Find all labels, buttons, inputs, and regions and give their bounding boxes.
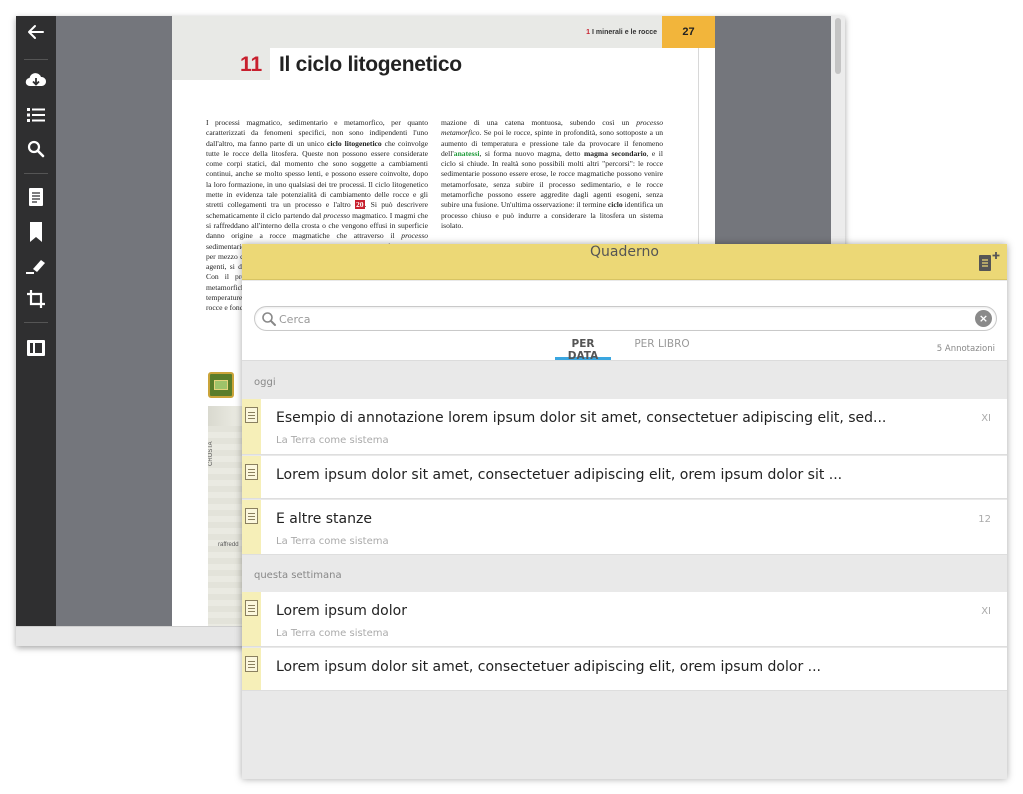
note-title: Lorem ipsum dolor sit amet, consectetuer…: [276, 467, 843, 483]
note-item[interactable]: Lorem ipsum dolor sit amet, consectetuer…: [242, 648, 1007, 691]
figure-label-raffreddamento: raffredd: [218, 542, 239, 548]
multimedia-resource-icon[interactable]: [208, 372, 234, 398]
note-title: Esempio di annotazione lorem ipsum dolor…: [276, 410, 887, 426]
running-head-title: I minerali e le rocce: [592, 29, 657, 36]
glossary-term: anatessi: [453, 148, 480, 158]
note-chapter: 12: [978, 514, 991, 525]
annotation-count: 5 Annotazioni: [936, 344, 995, 354]
text-run: processo: [401, 231, 428, 241]
search-icon[interactable]: [22, 135, 50, 163]
search-input[interactable]: [279, 310, 969, 328]
text-run: ciclo litogenetico: [326, 138, 382, 148]
text-run: ciclo: [607, 200, 623, 210]
figure-reference: 20: [354, 200, 365, 210]
note-book: La Terra come sistema: [276, 628, 389, 639]
text-column-right: mazione di una catena montuosa, subendo …: [441, 118, 663, 231]
note-title: Lorem ipsum dolor sit amet, consectetuer…: [276, 659, 821, 675]
quaderno-toolbar: × PER DATA PER LIBRO 5 Annotazioni: [242, 281, 1007, 362]
text-run: magma secondario: [583, 148, 647, 158]
note-icon: [245, 600, 258, 616]
page-layout-icon[interactable]: [22, 334, 50, 362]
cloud-download-icon[interactable]: [22, 66, 50, 94]
crop-icon[interactable]: [22, 285, 50, 313]
note-item[interactable]: E altre stanze La Terra come sistema 12: [242, 500, 1007, 555]
note-icon: [245, 464, 258, 480]
group-label: questa settimana: [254, 570, 342, 581]
tab-per-data[interactable]: PER DATA: [555, 338, 611, 362]
running-head: 1 I minerali e le rocce: [586, 29, 657, 36]
chapter-number: 11: [240, 53, 263, 76]
note-chapter: XI: [981, 606, 991, 617]
note-chapter: XI: [981, 413, 991, 424]
note-book: La Terra come sistema: [276, 536, 389, 547]
toolbar-divider: [24, 322, 48, 323]
text-run: , si forma nuovo magma, detto: [479, 148, 584, 158]
highlighter-icon[interactable]: [22, 252, 50, 280]
note-item[interactable]: Lorem ipsum dolor sit amet, consectetuer…: [242, 456, 1007, 499]
note-title: Lorem ipsum dolor: [276, 603, 407, 619]
note-icon: [245, 508, 258, 524]
scrollbar-thumb[interactable]: [835, 18, 841, 74]
quaderno-header: Quaderno: [242, 244, 1007, 280]
note-item[interactable]: Lorem ipsum dolor La Terra come sistema …: [242, 592, 1007, 647]
text-run: che coinvolge tutte le rocce della litos…: [206, 138, 428, 210]
page-number: 27: [662, 16, 715, 48]
note-book: La Terra come sistema: [276, 435, 389, 446]
tab-per-libro[interactable]: PER LIBRO: [632, 338, 692, 360]
new-note-icon[interactable]: [977, 251, 1001, 273]
search-icon: [262, 312, 276, 326]
toolbar-divider: [24, 59, 48, 60]
search-box[interactable]: ×: [254, 306, 997, 331]
paragraph: mazione di una catena montuosa, subendo …: [441, 118, 663, 231]
chapter-title: Il ciclo litogenetico: [279, 53, 462, 76]
group-label: oggi: [254, 377, 276, 388]
text-run: processo: [323, 210, 351, 220]
bookmark-icon[interactable]: [22, 218, 50, 246]
clear-search-icon[interactable]: ×: [975, 310, 992, 327]
quaderno-title: Quaderno: [590, 244, 659, 260]
reader-toolbar: [16, 16, 56, 626]
running-head-chapter-number: 1: [586, 29, 591, 36]
note-title: E altre stanze: [276, 511, 372, 527]
back-icon[interactable]: [22, 18, 50, 46]
note-icon: [245, 656, 258, 672]
notebook-icon[interactable]: [22, 183, 50, 211]
toolbar-divider: [24, 173, 48, 174]
note-icon: [245, 407, 258, 423]
figure-label-crosta: CROSTA: [208, 441, 214, 466]
note-item[interactable]: Esempio di annotazione lorem ipsum dolor…: [242, 399, 1007, 455]
list-icon[interactable]: [22, 101, 50, 129]
text-run: mazione di una catena montuosa, subendo …: [441, 118, 637, 127]
quaderno-panel: Quaderno × PER DATA PER LIBRO 5 Annotazi…: [242, 244, 1007, 779]
